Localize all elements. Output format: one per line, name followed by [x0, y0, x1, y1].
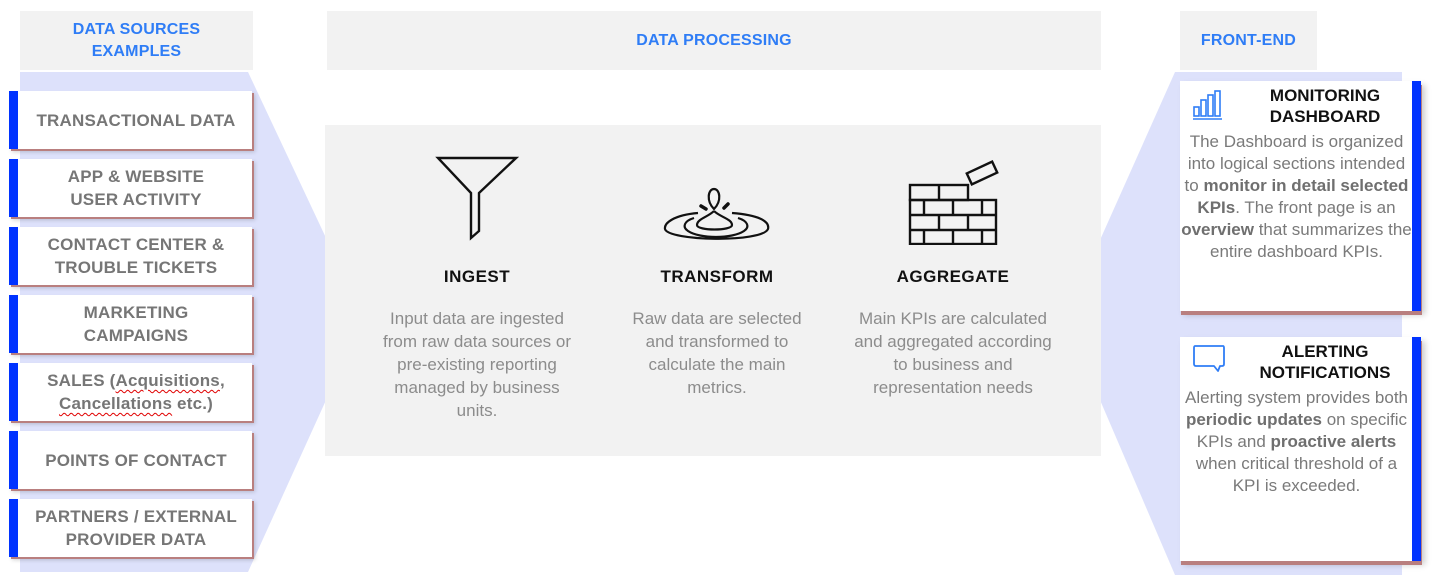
header-data-processing-label: DATA PROCESSING [636, 31, 792, 49]
source-item-transactional-data: TRANSACTIONAL DATA [9, 91, 252, 149]
source-item-marketing-campaigns: MARKETING CAMPAIGNS [9, 295, 252, 353]
bar-chart-icon [1193, 90, 1222, 120]
header-front-end-label: FRONT-END [1200, 31, 1297, 49]
header-front-end: FRONT-END [1180, 11, 1317, 70]
card-description: The Dashboard is organized into logical … [1180, 131, 1421, 263]
sales-label-cancellations: Cancellations [58, 394, 173, 413]
card-title: ALERTING NOTIFICATIONS [1259, 342, 1391, 382]
source-item-points-of-contact: POINTS OF CONTACT [9, 431, 252, 489]
step-aggregate: AGGREGATE Main KPIs are calculated and a… [833, 125, 1073, 399]
water-drop-ripple-icon [663, 187, 770, 240]
source-item-partners: PARTNERS / EXTERNAL PROVIDER DATA [9, 499, 252, 557]
desc-bold: periodic updates [1185, 410, 1322, 429]
funnel-icon [435, 156, 519, 241]
desc-bold: proactive alerts [1270, 432, 1397, 451]
card-title: MONITORING DASHBOARD [1269, 86, 1381, 126]
chat-bubble-icon [1193, 345, 1225, 372]
sales-label-acquisitions: Acquisitions [115, 371, 220, 390]
step-ingest: INGEST Input data are ingested from raw … [357, 125, 597, 422]
desc-text: Alerting system provides both [1185, 388, 1408, 407]
source-item-contact-center: CONTACT CENTER & TROUBLE TICKETS [9, 227, 252, 285]
source-item-label: CONTACT CENTER & TROUBLE TICKETS [47, 235, 225, 277]
source-item-app-website: APP & WEBSITE USER ACTIVITY [9, 159, 252, 217]
header-data-sources-label: DATA SOURCES EXAMPLES [72, 20, 201, 60]
accent-bar [9, 227, 18, 285]
step-title: INGEST [443, 267, 511, 286]
step-description: Main KPIs are calculated and aggregated … [854, 309, 1052, 397]
accent-bar [9, 499, 18, 557]
data-processing-panel: INGEST Input data are ingested from raw … [325, 125, 1101, 456]
desc-text: . The front page is an [1235, 198, 1396, 217]
brick-wall-icon [908, 160, 999, 245]
card-monitoring-dashboard: MONITORING DASHBOARD The Dashboard is or… [1180, 81, 1421, 311]
source-item-label: SALES (Acquisitions, Cancellations etc.) [25, 369, 236, 415]
source-item-label: TRANSACTIONAL DATA [36, 110, 236, 130]
desc-bold: overview [1181, 220, 1254, 239]
sales-label-part: , [219, 371, 225, 390]
sales-label-part: SALES ( [47, 371, 116, 390]
step-transform: TRANSFORM Raw data are selected and tran… [597, 125, 837, 399]
accent-bar [9, 295, 18, 353]
accent-bar [9, 91, 18, 149]
step-description: Input data are ingested from raw data so… [382, 309, 571, 420]
card-alerting-notifications: ALERTING NOTIFICATIONS Alerting system p… [1180, 337, 1421, 561]
source-item-sales: SALES (Acquisitions, Cancellations etc.) [9, 363, 252, 421]
step-title: AGGREGATE [896, 267, 1010, 286]
source-item-label: MARKETING CAMPAIGNS [83, 303, 189, 345]
card-description: Alerting system provides both periodic u… [1180, 387, 1421, 497]
header-data-processing: DATA PROCESSING [327, 11, 1101, 70]
source-item-label: POINTS OF CONTACT [45, 450, 227, 470]
accent-bar [9, 363, 18, 421]
step-description: Raw data are selected and transformed to… [632, 309, 802, 397]
source-item-label: APP & WEBSITE USER ACTIVITY [67, 167, 205, 209]
header-data-sources: DATA SOURCES EXAMPLES [20, 11, 253, 70]
desc-text: when critical threshold of a KPI is exce… [1195, 454, 1398, 495]
accent-bar [9, 431, 18, 489]
sales-label-part: etc.) [172, 394, 214, 413]
source-item-label: PARTNERS / EXTERNAL PROVIDER DATA [35, 507, 237, 549]
step-title: TRANSFORM [660, 267, 774, 286]
accent-bar [9, 159, 18, 217]
